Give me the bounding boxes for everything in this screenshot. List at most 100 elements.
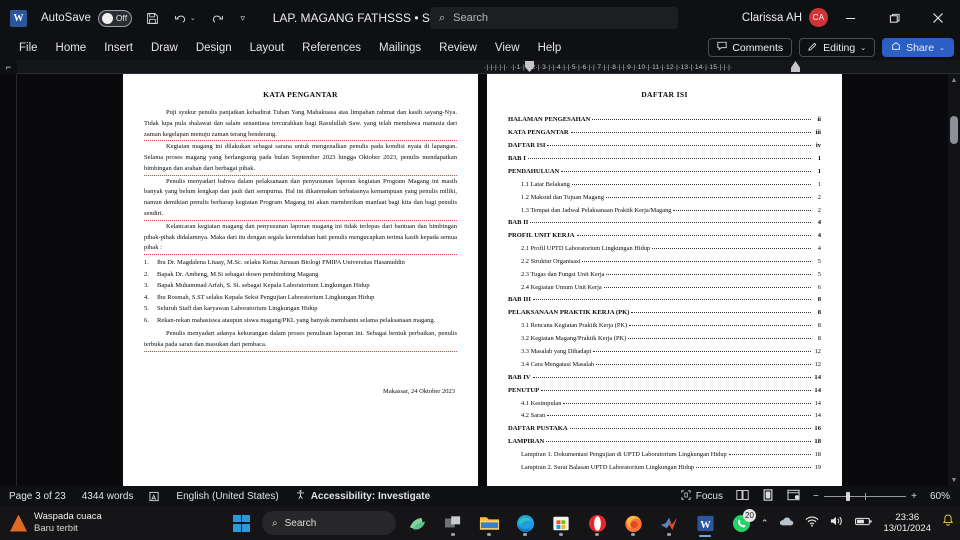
comments-button[interactable]: Comments (708, 38, 793, 57)
taskbar-search-box[interactable]: ⌕ Search (262, 511, 396, 535)
save-icon[interactable] (145, 7, 161, 29)
file-explorer-icon[interactable] (474, 508, 504, 538)
onedrive-icon[interactable] (779, 514, 794, 532)
tab-design[interactable]: Design (187, 38, 241, 58)
matlab-icon[interactable] (654, 508, 684, 538)
copilot-icon[interactable] (402, 508, 432, 538)
toc-entry[interactable]: PENUTUP 14 (508, 387, 821, 395)
toc-entry[interactable]: 4.2 Saran 14 (508, 412, 821, 420)
undo-icon[interactable]: ⌄ (174, 7, 196, 29)
print-layout-icon[interactable] (762, 488, 774, 504)
read-mode-icon[interactable] (736, 489, 749, 504)
zoom-level[interactable]: 60% (930, 491, 954, 502)
toc-entry[interactable]: BAB IV 14 (508, 374, 821, 382)
toc-entry[interactable]: Lampiran 2. Surat Balasan UPTD Laborator… (508, 464, 821, 472)
zoom-handle[interactable] (846, 491, 851, 501)
microsoft-word-icon[interactable]: W (690, 508, 720, 538)
search-box[interactable]: ⌕ Search (430, 7, 678, 29)
toc-entry[interactable]: PENDAHULUAN 1 (508, 168, 821, 176)
toc-entry[interactable]: PROFIL UNIT KERJA 4 (508, 232, 821, 240)
horizontal-ruler[interactable]: ⌐ ·|·|·|·|·|· ·|·1·|·|·2·|·3·|·|·4·|·|·5… (0, 60, 960, 74)
toc-entry[interactable]: BAB I 1 (508, 155, 821, 163)
close-button[interactable] (916, 0, 960, 36)
restore-button[interactable] (872, 0, 916, 36)
toc-entry[interactable]: BAB III 8 (508, 296, 821, 304)
weather-widget[interactable]: Waspada cuaca Baru terbit (10, 511, 102, 535)
toc-entry[interactable]: 3.2 Kegiatan Magang/Praktik Kerja (PK) 8 (508, 335, 821, 343)
firefox-icon[interactable] (618, 508, 648, 538)
tab-review[interactable]: Review (430, 38, 486, 58)
tab-stop-selector-icon[interactable]: ⌐ (0, 60, 17, 74)
tab-insert[interactable]: Insert (95, 38, 142, 58)
tab-view[interactable]: View (486, 38, 529, 58)
tab-layout[interactable]: Layout (241, 38, 294, 58)
taskbar-clock[interactable]: 23:36 13/01/2024 (883, 512, 931, 535)
page-indicator[interactable]: Page 3 of 23 (9, 491, 66, 502)
toc-entry[interactable]: 1.3 Tempat dan Jadwal Pelaksanaan Prakti… (508, 207, 821, 215)
toc-entry[interactable]: 2.1 Profil UPTD Laboratorium Lingkungan … (508, 245, 821, 253)
volume-icon[interactable] (830, 514, 844, 532)
toc-entry[interactable]: DAFTAR PUSTAKA 16 (508, 425, 821, 433)
tab-home[interactable]: Home (47, 38, 96, 58)
vertical-scrollbar[interactable]: ▲ ▼ (948, 74, 960, 486)
toc-entry[interactable]: BAB II 4 (508, 219, 821, 227)
task-view-icon[interactable] (438, 508, 468, 538)
toc-entry[interactable]: 1.2 Maksud dan Tujuan Magang 2 (508, 194, 821, 202)
chevron-down-icon[interactable]: ⌄ (939, 44, 945, 52)
notification-bell-icon[interactable] (942, 514, 954, 532)
toc-entry[interactable]: 2.2 Struktur Organisasi 5 (508, 258, 821, 266)
autosave-control[interactable]: AutoSave Off (41, 9, 132, 27)
word-count[interactable]: 4344 words (82, 491, 134, 502)
autosave-toggle[interactable]: Off (97, 9, 132, 27)
toc-entry[interactable]: 3.4 Cara Mengatasi Masalah 12 (508, 361, 821, 369)
show-hidden-icons-icon[interactable]: ⌃ (761, 518, 769, 529)
zoom-out-button[interactable]: − (813, 491, 819, 502)
chevron-down-icon[interactable]: ⌄ (860, 44, 866, 52)
toc-entry[interactable]: 2.3 Tugas dan Fungsi Unit Kerja 5 (508, 271, 821, 279)
zoom-in-button[interactable]: + (911, 491, 917, 502)
battery-icon[interactable] (855, 514, 873, 532)
scroll-down-arrow-icon[interactable]: ▼ (948, 474, 960, 486)
tab-draw[interactable]: Draw (142, 38, 187, 58)
minimize-button[interactable] (828, 0, 872, 36)
share-button[interactable]: Share ⌄ (882, 38, 954, 57)
web-layout-icon[interactable] (787, 489, 800, 504)
language-indicator[interactable]: English (United States) (176, 491, 278, 502)
toc-entry[interactable]: 4.1 Kesimpulan 14 (508, 400, 821, 408)
tab-references[interactable]: References (293, 38, 370, 58)
editing-mode-button[interactable]: Editing ⌄ (799, 38, 876, 57)
focus-mode-button[interactable]: Focus (681, 489, 723, 503)
toc-entry[interactable]: KATA PENGANTAR iii (508, 129, 821, 137)
toc-entry[interactable]: 3.3 Masalah yang Dihadapi 12 (508, 348, 821, 356)
toc-entry[interactable]: LAMPIRAN 18 (508, 438, 821, 446)
user-account[interactable]: Clarissa AH CA (742, 8, 828, 27)
microsoft-edge-icon[interactable] (510, 508, 540, 538)
toc-entry[interactable]: 2.4 Kegiatan Umum Unit Kerja 6 (508, 284, 821, 292)
scroll-up-arrow-icon[interactable]: ▲ (948, 74, 960, 86)
document-canvas[interactable]: KATA PENGANTAR Puji syukur penulis panja… (0, 74, 960, 486)
zoom-track[interactable] (823, 491, 907, 501)
scrollbar-thumb[interactable] (950, 116, 958, 144)
toc-entry[interactable]: HALAMAN PENGESAHAN ii (508, 116, 821, 124)
microsoft-store-icon[interactable] (546, 508, 576, 538)
accessibility-checker[interactable]: Accessibility: Investigate (295, 489, 430, 503)
tab-mailings[interactable]: Mailings (370, 38, 430, 58)
toc-entry[interactable]: Lampiran 1. Dokumentasi Pengujian di UPT… (508, 451, 821, 459)
toc-entry[interactable]: DAFTAR ISI iv (508, 142, 821, 150)
toc-entry[interactable]: PELAKSANAAN PRAKTIK KERJA (PK) 8 (508, 309, 821, 317)
avatar[interactable]: CA (809, 8, 828, 27)
tab-file[interactable]: File (10, 38, 47, 58)
wifi-icon[interactable] (805, 514, 819, 532)
document-page-left[interactable]: KATA PENGANTAR Puji syukur penulis panja… (123, 74, 478, 486)
customize-quick-access-icon[interactable]: ▿ (235, 7, 251, 29)
zoom-slider[interactable]: − + (813, 491, 917, 502)
redo-icon[interactable] (209, 7, 225, 29)
document-page-right[interactable]: DAFTAR ISI HALAMAN PENGESAHAN ii KATA PENG… (487, 74, 842, 486)
proofing-errors-icon[interactable] (149, 491, 160, 502)
whatsapp-icon[interactable]: 20 (726, 508, 756, 538)
opera-icon[interactable] (582, 508, 612, 538)
tab-help[interactable]: Help (529, 38, 571, 58)
toc-entry[interactable]: 3.1 Rencana Kegiatan Praktik Kerja (PK) 8 (508, 322, 821, 330)
toc-entry[interactable]: 1.1 Latar Belakang 1 (508, 181, 821, 189)
windows-start-icon[interactable] (233, 514, 250, 532)
